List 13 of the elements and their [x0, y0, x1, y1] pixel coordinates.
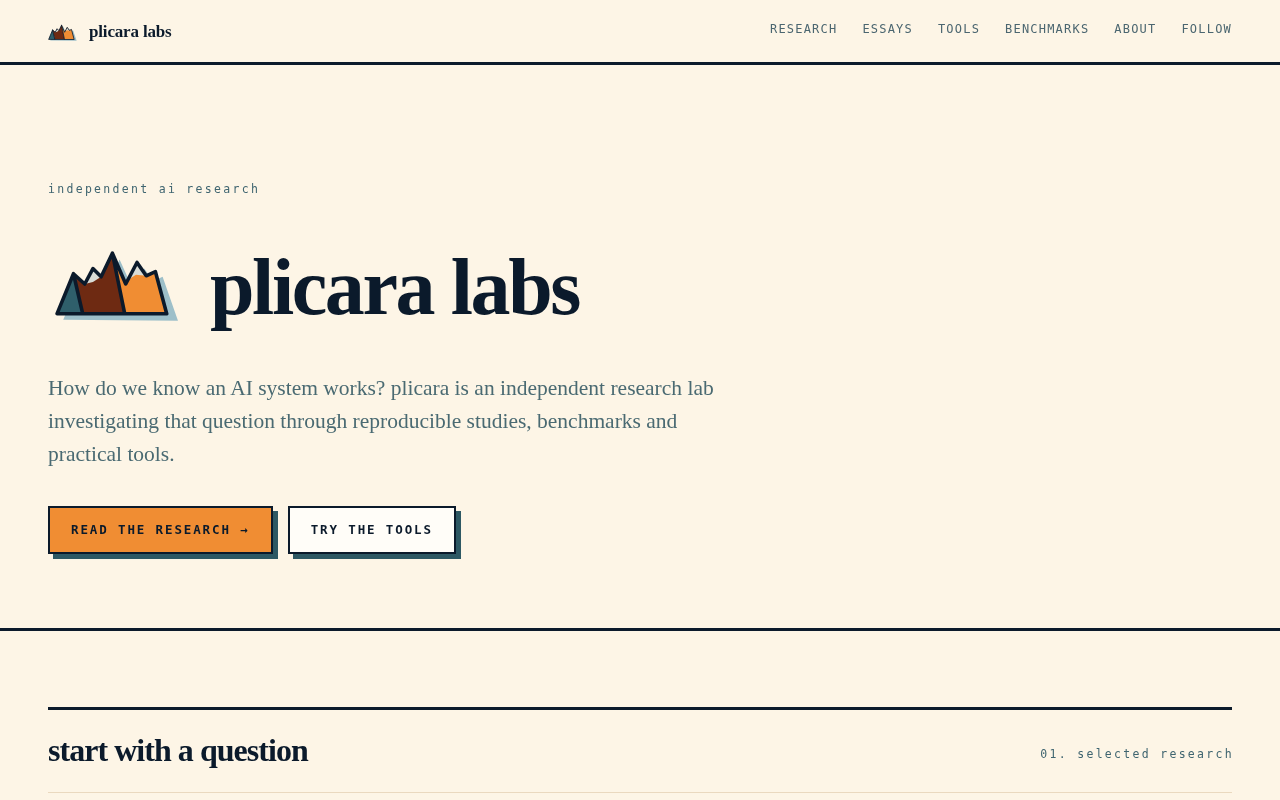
brand-link[interactable]: plicara labs: [48, 17, 172, 45]
nav-link[interactable]: ABOUT: [1114, 19, 1157, 38]
section-heading: start with a question: [48, 734, 308, 766]
eyebrow-text: independent ai research: [48, 181, 261, 197]
nav-link[interactable]: TOOLS: [937, 19, 981, 38]
nav-link[interactable]: RESEARCH: [769, 19, 838, 38]
nav-link[interactable]: FOLLOW: [1181, 19, 1232, 38]
nav-link[interactable]: BENCHMARKS: [1005, 19, 1090, 38]
nav-link[interactable]: ESSAYS: [862, 19, 913, 38]
section-index: 01. selected research: [1040, 746, 1234, 764]
mountain-logo-icon: [48, 23, 77, 41]
intro-paragraph: How do we know an AI system works? plicara is an independent research lab investigating that question through reproducible studies, benchmarks and practical tools.: [48, 375, 715, 468]
mountain-logo-icon: [54, 248, 179, 322]
